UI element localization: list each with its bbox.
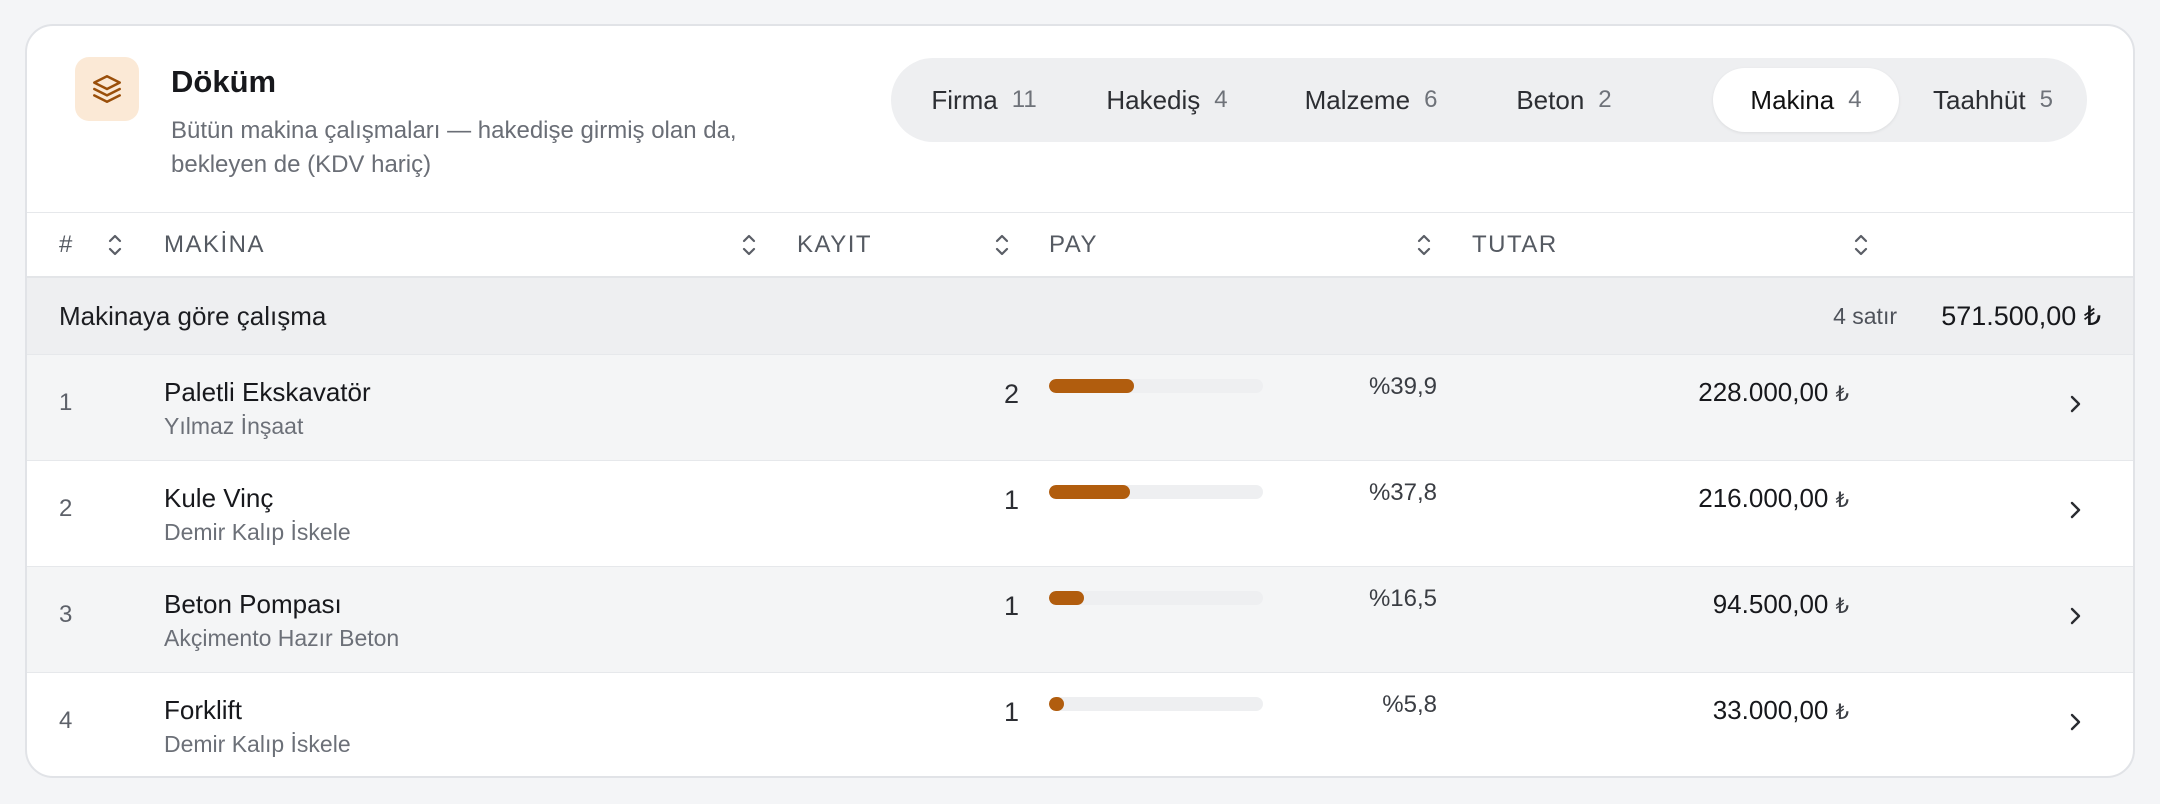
currency-symbol: ₺ [1835, 489, 1849, 512]
table-row[interactable]: 4 Forklift Demir Kalıp İskele 1 %5,8 33.… [27, 672, 2133, 776]
page-subtitle: Bütün makina çalışmaları — hakedişe girm… [171, 117, 737, 178]
record-count: 1 [1003, 485, 1019, 515]
chevron-right-icon[interactable] [2063, 389, 2087, 419]
share-bar [1049, 379, 1263, 393]
table-header: # MAKİNA KAYIT PAY TUTAR [27, 212, 2133, 278]
tab-count: 4 [1214, 86, 1228, 113]
amount-value: 228.000,00 [1698, 377, 1829, 407]
amount-value: 94.500,00 [1712, 589, 1829, 619]
chevron-right-icon[interactable] [2063, 707, 2087, 737]
tab-hakedis[interactable]: Hakediş 4 [1073, 68, 1261, 132]
chevron-right-icon[interactable] [2063, 495, 2087, 525]
company-name: Demir Kalıp İskele [164, 731, 351, 757]
row-index: 3 [59, 601, 73, 628]
column-header-records: KAYIT [797, 231, 873, 258]
row-index: 1 [59, 389, 73, 416]
tab-label: Firma [931, 84, 998, 115]
currency-symbol: ₺ [1835, 701, 1849, 724]
breakdown-card: Döküm Bütün makina çalışmaları — hakediş… [25, 24, 2135, 778]
machine-name: Beton Pompası [164, 589, 342, 619]
sort-index-icon[interactable] [105, 231, 125, 259]
share-bar [1049, 485, 1263, 499]
page-title: Döküm [171, 64, 277, 99]
amount: 228.000,00 ₺ [1547, 377, 1849, 408]
tab-makina[interactable]: Makina 4 [1713, 68, 1899, 132]
share-bar-fill [1049, 485, 1130, 499]
machine-name: Kule Vinç [164, 483, 274, 513]
breakdown-tabs: Firma 11 Hakediş 4 Malzeme 6 Beton 2 Mak… [891, 58, 2087, 142]
card-header: Döküm Bütün makina çalışmaları — hakediş… [27, 26, 2133, 212]
currency-symbol: ₺ [1835, 383, 1849, 406]
column-header-index: # [59, 231, 74, 258]
stack-layers-icon [75, 57, 139, 121]
tab-taahhut[interactable]: Taahhüt 5 [1905, 68, 2081, 132]
sort-machine-icon[interactable] [739, 231, 759, 259]
company-name: Yılmaz İnşaat [164, 413, 304, 439]
share-bar-fill [1049, 591, 1085, 605]
company-name: Demir Kalıp İskele [164, 519, 351, 545]
tab-label: Taahhüt [1933, 84, 2026, 115]
share-bar-fill [1049, 697, 1064, 711]
amount: 216.000,00 ₺ [1547, 483, 1849, 514]
share-bar-fill [1049, 379, 1135, 393]
share-percent: %5,8 [1382, 691, 1437, 718]
chevron-right-icon[interactable] [2063, 601, 2087, 631]
share-bar [1049, 697, 1263, 711]
sort-records-icon[interactable] [992, 231, 1012, 259]
amount-value: 216.000,00 [1698, 483, 1829, 513]
share-percent: %16,5 [1368, 585, 1437, 612]
machine-name: Paletli Ekskavatör [164, 377, 371, 407]
tab-label: Malzeme [1304, 84, 1411, 115]
tab-count: 6 [1424, 86, 1438, 113]
table-row[interactable]: 2 Kule Vinç Demir Kalıp İskele 1 %37,8 2… [27, 460, 2133, 566]
currency-symbol: ₺ [1835, 595, 1849, 618]
tab-beton[interactable]: Beton 2 [1481, 68, 1647, 132]
group-title: Makinaya göre çalışma [59, 301, 327, 331]
amount-value: 33.000,00 [1712, 695, 1829, 725]
amount: 33.000,00 ₺ [1547, 695, 1849, 726]
record-count: 2 [1003, 379, 1019, 409]
tab-label: Beton [1516, 84, 1585, 115]
row-index: 2 [59, 495, 73, 522]
sort-amount-icon[interactable] [1851, 231, 1871, 259]
tab-count: 2 [1598, 86, 1612, 113]
share-bar [1049, 591, 1263, 605]
tab-count: 11 [1011, 86, 1037, 113]
share-percent: %39,9 [1368, 373, 1437, 400]
column-header-share: PAY [1049, 231, 1098, 258]
tab-count: 4 [1848, 86, 1862, 113]
tab-malzeme[interactable]: Malzeme 6 [1269, 68, 1473, 132]
row-index: 4 [59, 707, 73, 734]
tab-label: Hakediş [1106, 84, 1201, 115]
tab-count: 5 [2039, 86, 2053, 113]
group-row-count: 4 satır [1833, 303, 1897, 329]
amount: 94.500,00 ₺ [1547, 589, 1849, 620]
tab-firma[interactable]: Firma 11 [901, 68, 1067, 132]
group-row: Makinaya göre çalışma 4 satır 571.500,00… [27, 278, 2133, 354]
machine-name: Forklift [164, 695, 242, 725]
company-name: Akçimento Hazır Beton [164, 625, 400, 651]
table-row[interactable]: 1 Paletli Ekskavatör Yılmaz İnşaat 2 %39… [27, 354, 2133, 460]
share-percent: %37,8 [1368, 479, 1437, 506]
record-count: 1 [1003, 697, 1019, 727]
table-row[interactable]: 3 Beton Pompası Akçimento Hazır Beton 1 … [27, 566, 2133, 672]
record-count: 1 [1003, 591, 1019, 621]
column-header-amount: TUTAR [1472, 231, 1558, 258]
group-total: 571.500,00 ₺ [1941, 301, 2101, 331]
sort-share-icon[interactable] [1414, 231, 1434, 259]
tab-label: Makina [1750, 84, 1835, 115]
column-header-machine: MAKİNA [164, 231, 266, 258]
